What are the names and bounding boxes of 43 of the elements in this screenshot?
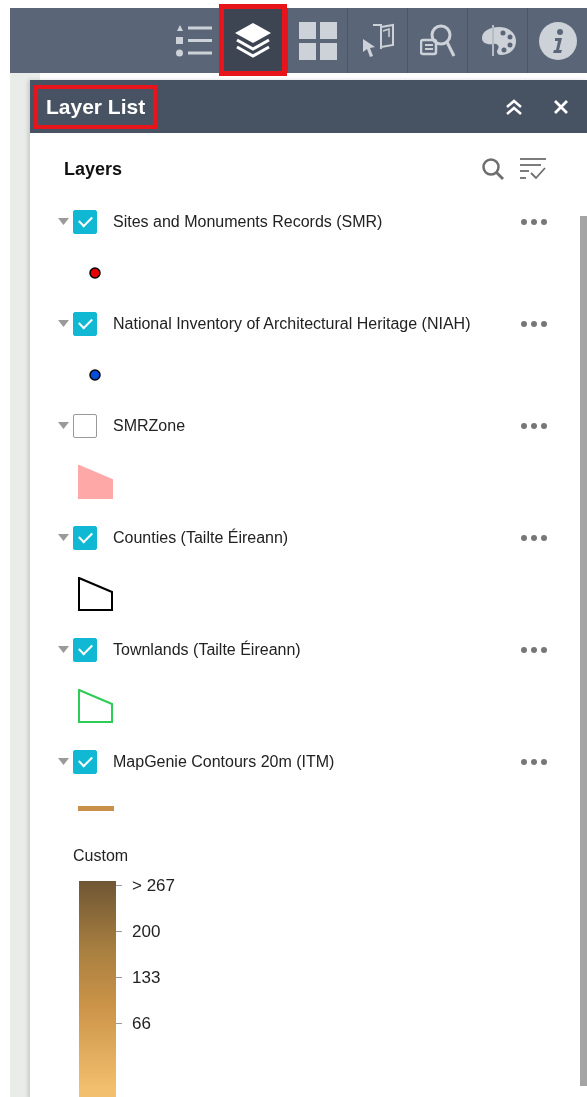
more-options-icon[interactable] (521, 759, 547, 765)
layer-name: Counties (Tailte Éireann) (113, 527, 290, 548)
caret-icon[interactable] (58, 758, 69, 765)
layer-name: Townlands (Tailte Éireann) (113, 639, 302, 660)
more-options-icon[interactable] (521, 321, 547, 327)
caret-icon[interactable] (58, 218, 69, 225)
more-options-icon[interactable] (521, 219, 547, 225)
caret-icon[interactable] (58, 320, 69, 327)
ramp-title: Custom (73, 847, 129, 865)
list-icon (173, 23, 213, 58)
collapse-icon[interactable] (505, 98, 523, 115)
info-icon (538, 21, 577, 60)
layers-tool-button[interactable] (219, 4, 287, 76)
layers-icon (233, 21, 273, 59)
layer-name: Sites and Monuments Records (SMR) (113, 212, 384, 232)
layer-checkbox[interactable] (73, 312, 97, 336)
cursor-map-icon (360, 22, 395, 59)
layer-checkbox[interactable] (73, 638, 97, 662)
layers-heading: Layers (64, 158, 123, 180)
ramp-label: 133 (132, 967, 161, 988)
layer-checkbox[interactable] (73, 210, 97, 234)
grid-icon (298, 21, 337, 60)
more-options-icon[interactable] (521, 535, 547, 541)
caret-icon[interactable] (58, 646, 69, 653)
more-options-icon[interactable] (521, 647, 547, 653)
layer-name: MapGenie Contours 20m (ITM) (113, 752, 336, 772)
more-options-icon[interactable] (521, 423, 547, 429)
scrollbar[interactable] (580, 216, 587, 1086)
search-icon[interactable] (481, 157, 505, 181)
caret-icon[interactable] (58, 534, 69, 541)
filter-list-icon[interactable] (519, 157, 547, 181)
panel-title: Layer List (34, 84, 158, 129)
layer-checkbox[interactable] (73, 414, 97, 438)
layer-checkbox[interactable] (73, 526, 97, 550)
layer-name: National Inventory of Architectural Heritage (NIAH) (113, 314, 472, 334)
layer-checkbox[interactable] (73, 750, 97, 774)
close-icon[interactable] (553, 98, 569, 115)
layer-name: SMRZone (113, 416, 187, 436)
ramp-label: > 267 (132, 875, 175, 896)
ramp-label: 66 (132, 1013, 151, 1034)
ramp-label: 200 (132, 921, 161, 942)
caret-icon[interactable] (58, 422, 69, 429)
search-table-icon (419, 22, 456, 59)
